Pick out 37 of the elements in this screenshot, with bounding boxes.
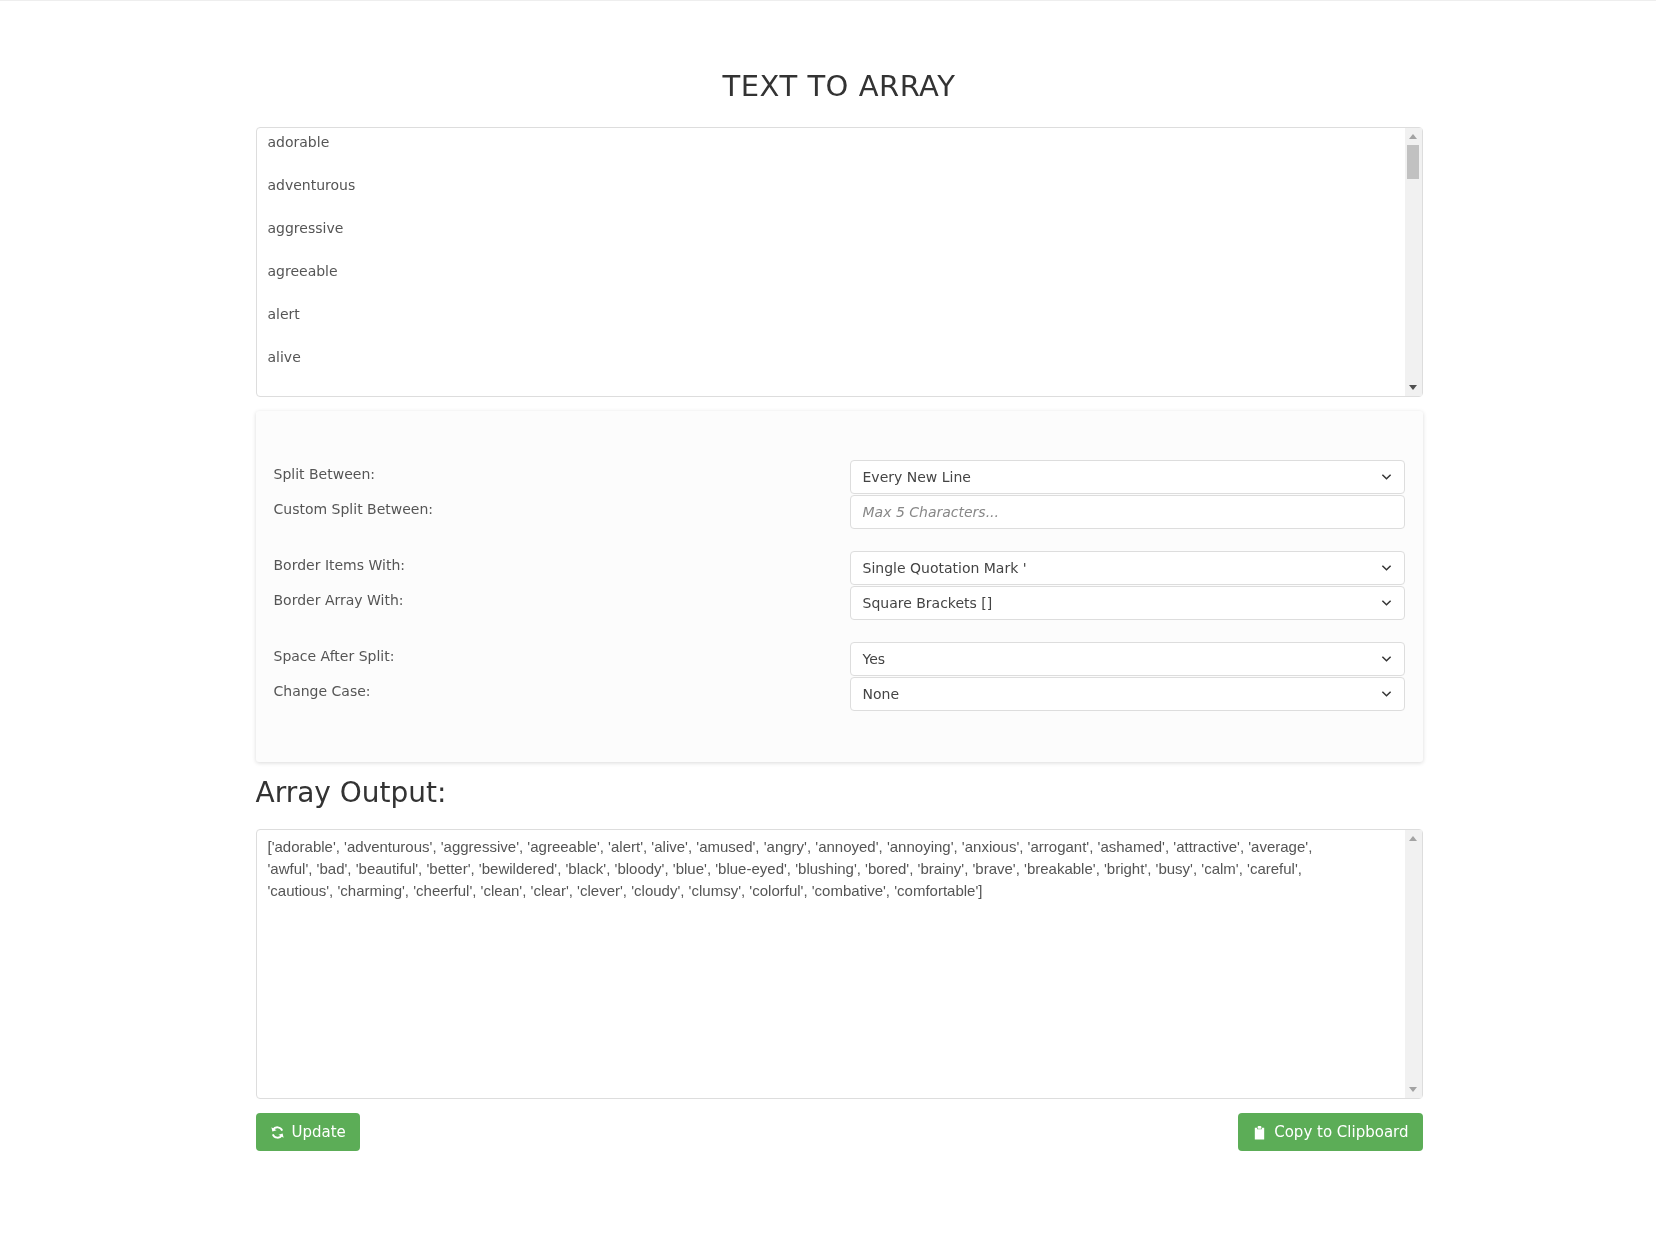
scroll-up-arrow-icon[interactable] xyxy=(1409,134,1417,139)
input-line: aggressive xyxy=(267,220,345,238)
option-label: Custom Split Between: xyxy=(273,500,434,517)
chevron-down-icon xyxy=(1380,473,1392,481)
scroll-up-arrow-icon[interactable] xyxy=(1409,836,1417,841)
option-label: Border Array With: xyxy=(273,591,404,608)
text-input-area[interactable]: adorable adventurous aggressive agreeable alert alive xyxy=(255,127,1423,397)
option-label: Change Case: xyxy=(273,682,371,699)
option-label: Space After Split: xyxy=(273,647,395,664)
section-heading: Array Output: xyxy=(255,776,448,809)
input-line: adventurous xyxy=(267,177,357,195)
input-field[interactable]: Max 5 Characters... xyxy=(849,495,1405,529)
chevron-down-icon xyxy=(1380,655,1392,663)
dropdown[interactable]: Yes xyxy=(849,642,1405,676)
output-line: 'cautious', 'charming', 'cheerful', 'clean', 'clear', 'clever', 'cloudy', 'clumsy', 'colorful', 'combative', 'comfortable'] xyxy=(267,881,984,901)
chevron-down-icon xyxy=(1380,599,1392,607)
dropdown[interactable]: Single Quotation Mark ' xyxy=(849,551,1405,585)
scrollbar[interactable] xyxy=(1404,830,1422,1098)
input-line: adorable xyxy=(267,134,331,152)
input-line: agreeable xyxy=(267,263,339,281)
dropdown[interactable]: None xyxy=(849,677,1405,711)
scrollbar[interactable] xyxy=(1404,128,1422,396)
refresh-icon xyxy=(269,1124,285,1140)
dropdown[interactable]: Every New Line xyxy=(849,460,1405,494)
page-title: TEXT TO ARRAY xyxy=(721,69,957,103)
dropdown[interactable]: Square Brackets [] xyxy=(849,586,1405,620)
option-label: Split Between: xyxy=(273,465,375,482)
output-area[interactable] xyxy=(255,829,1423,1099)
input-line: alert xyxy=(267,306,301,324)
input-line: alive xyxy=(267,349,302,367)
output-line: ['adorable', 'adventurous', 'aggressive', 'agreeable', 'alert', 'alive', 'amused', 'angry', 'annoyed', 'annoying', 'anxious', 'arrogant', 'ashamed', 'attractive', 'average', xyxy=(267,837,1314,857)
scroll-down-arrow-icon[interactable] xyxy=(1409,385,1417,390)
option-label: Border Items With: xyxy=(273,556,405,573)
chevron-down-icon xyxy=(1380,564,1392,572)
chevron-down-icon xyxy=(1380,690,1392,698)
output-line: 'awful', 'bad', 'beautiful', 'better', 'bewildered', 'black', 'bloody', 'blue', 'blue-eyed', 'blushing', 'bored', 'brainy', 'brave', 'breakable', 'bright', 'busy', 'calm', 'careful', xyxy=(267,859,1303,879)
scrollbar-thumb[interactable] xyxy=(1407,145,1419,179)
